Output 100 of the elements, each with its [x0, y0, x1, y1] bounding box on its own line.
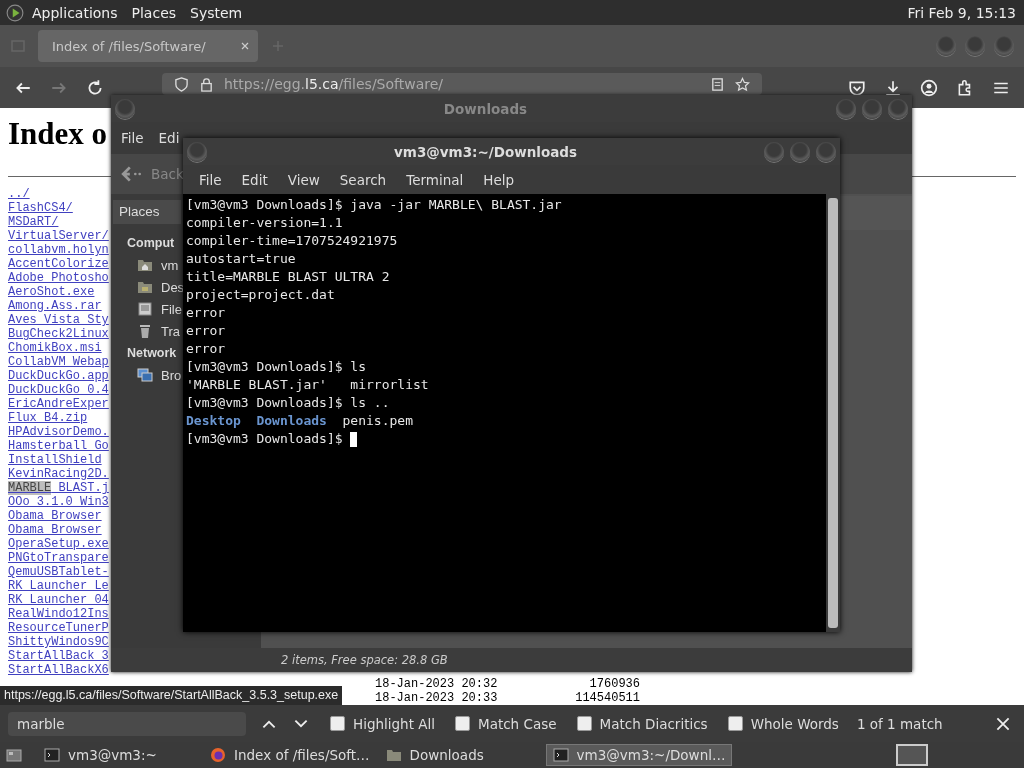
menu-item[interactable]: View [277, 171, 330, 188]
scrollbar[interactable] [826, 194, 840, 632]
terminal-line: title=MARBLE BLAST ULTRA 2 [186, 268, 391, 286]
file-link[interactable]: OperaSetup.exe [8, 537, 109, 551]
sidebar-item[interactable]: File [161, 301, 182, 317]
file-link[interactable]: DuckDuckGo.app [8, 369, 109, 383]
browser-tab[interactable]: Index of /files/Software/ [38, 30, 258, 62]
file-link[interactable]: RK_Launcher_04 [8, 593, 109, 607]
system-logo-icon[interactable] [6, 3, 24, 22]
file-link[interactable]: MARBLE BLAST.j [8, 481, 109, 495]
file-link[interactable]: RK Launcher Le [8, 579, 109, 593]
file-link[interactable]: collabvm.holyn [8, 243, 109, 257]
menu-item[interactable]: Help [473, 171, 525, 188]
panel-menu[interactable]: Places [131, 4, 177, 21]
file-link[interactable]: Aves Vista Sty [8, 313, 109, 327]
checkbox-label[interactable]: Match Diacritics [599, 715, 708, 732]
file-link[interactable]: Hamsterball Go [8, 439, 109, 453]
terminal-line: autostart=true [186, 250, 297, 268]
file-link[interactable]: InstallShield [8, 453, 102, 467]
file-link[interactable]: HPAdvisorDemo. [8, 425, 109, 439]
show-desktop-icon[interactable] [6, 747, 22, 763]
account-icon[interactable] [920, 78, 938, 97]
file-link[interactable]: DuckDuckGo 0.4 [8, 383, 109, 397]
checkbox-label[interactable]: Whole Words [750, 715, 839, 732]
menu-item[interactable]: Search [329, 171, 397, 188]
panel-menu[interactable]: Applications [32, 4, 118, 21]
match-count: 1 of 1 match [856, 715, 943, 732]
checkbox[interactable] [576, 716, 592, 731]
menu-item[interactable]: Terminal [396, 171, 474, 188]
file-link[interactable]: MSDaRT/ [8, 215, 59, 229]
drive-icon [137, 301, 153, 317]
file-link[interactable]: ResourceTunerP [8, 621, 109, 635]
menu-item[interactable]: Edi [158, 130, 180, 146]
lock-icon[interactable] [199, 76, 214, 92]
panel-menu[interactable]: System [190, 4, 243, 21]
reload-icon[interactable] [86, 78, 104, 97]
status-text: 2 items, Free space: 28.8 GB [281, 653, 448, 667]
file-link[interactable]: AeroShot.exe [8, 285, 95, 299]
file-link[interactable]: EricAndreExper [8, 397, 109, 411]
file-link[interactable]: Flux B4.zip [8, 411, 88, 425]
terminal-line: error [186, 322, 227, 340]
workspace-switcher[interactable] [896, 744, 928, 766]
shield-icon[interactable] [174, 76, 189, 92]
folder-icon [137, 279, 153, 295]
file-link[interactable]: Adobe Photosho [8, 271, 109, 285]
network-icon [137, 367, 153, 383]
file-link[interactable]: FlashCS4/ [8, 201, 73, 215]
places-dropdown[interactable]: Places [113, 200, 181, 224]
window-title: vm3@vm3:~/Downloads [393, 143, 578, 160]
find-field[interactable]: marble [8, 711, 246, 736]
file-link[interactable]: Obama Browser [8, 509, 102, 523]
download-icon[interactable] [884, 78, 902, 97]
file-link[interactable]: PNGtoTranspare [8, 551, 109, 565]
taskbar-button[interactable]: vm3@vm3:~/Downl… [545, 744, 733, 766]
address-bar[interactable]: https://egg.l5.ca/files/Software/ [162, 73, 762, 95]
terminal-line: Desktop Downloads penis.pem [186, 412, 414, 430]
star-icon[interactable] [735, 76, 750, 92]
terminal-line: project=project.dat [186, 286, 336, 304]
file-link[interactable]: ../ [8, 187, 30, 201]
checkbox[interactable] [330, 716, 345, 731]
terminal-icon [44, 747, 60, 763]
menu-item[interactable]: File [121, 130, 144, 146]
window-title: Downloads [442, 100, 529, 117]
reader-view-icon[interactable] [710, 76, 725, 92]
checkbox-label[interactable]: Highlight All [353, 715, 435, 732]
file-link[interactable]: OOo_3.1.0_Win3 [8, 495, 109, 509]
terminal-icon [552, 747, 569, 763]
trash-icon [137, 323, 153, 339]
file-link[interactable]: ChomikBox.msi [8, 341, 102, 355]
sidebar-item[interactable]: vm [161, 257, 179, 273]
menu-item[interactable]: File [189, 171, 232, 188]
terminal-line: compiler-version=1.1 [186, 214, 344, 232]
sidebar-item[interactable]: Des [161, 279, 185, 295]
terminal-line: compiler-time=1707524921975 [186, 232, 399, 250]
sidebar-item[interactable]: Bro [161, 367, 182, 383]
checkbox-label[interactable]: Match Case [478, 715, 557, 732]
taskbar-button[interactable]: vm3@vm3:~ [38, 744, 200, 766]
file-link[interactable]: KevinRacing2D. [8, 467, 109, 481]
file-link[interactable]: QemuUSBTablet- [8, 565, 109, 579]
terminal-line: error [186, 304, 227, 322]
menu-item[interactable]: Edit [231, 171, 278, 188]
file-link[interactable]: ShittyWindos9C [8, 635, 109, 649]
back-arrow-icon [121, 165, 143, 183]
file-link[interactable]: StartAllBackX6 [8, 663, 109, 677]
file-link[interactable]: BugCheck2Linux [8, 327, 109, 341]
checkbox[interactable] [727, 716, 743, 731]
modified-date: 18-Jan-2023 20:32 [375, 677, 499, 691]
terminal-line: [vm3@vm3 Downloads]$ ls [186, 358, 367, 376]
file-link[interactable]: AccentColorize [8, 257, 109, 271]
file-link[interactable]: RealWindo12Ins [8, 607, 109, 621]
file-link[interactable]: CollabVM Webap [8, 355, 109, 369]
taskbar-button[interactable]: Downloads [379, 744, 542, 766]
taskbar-button[interactable]: Index of /files/Soft… [204, 744, 376, 766]
sidebar-item[interactable]: Tra [161, 323, 181, 339]
file-link[interactable]: StartAllBack 3 [8, 649, 109, 663]
checkbox[interactable] [455, 716, 470, 731]
file-link[interactable]: VirtualServer/ [8, 229, 109, 243]
file-size: 1760936 [588, 677, 640, 691]
file-link[interactable]: Obama Browser [8, 523, 102, 537]
file-link[interactable]: Among.Ass.rar [8, 299, 102, 313]
